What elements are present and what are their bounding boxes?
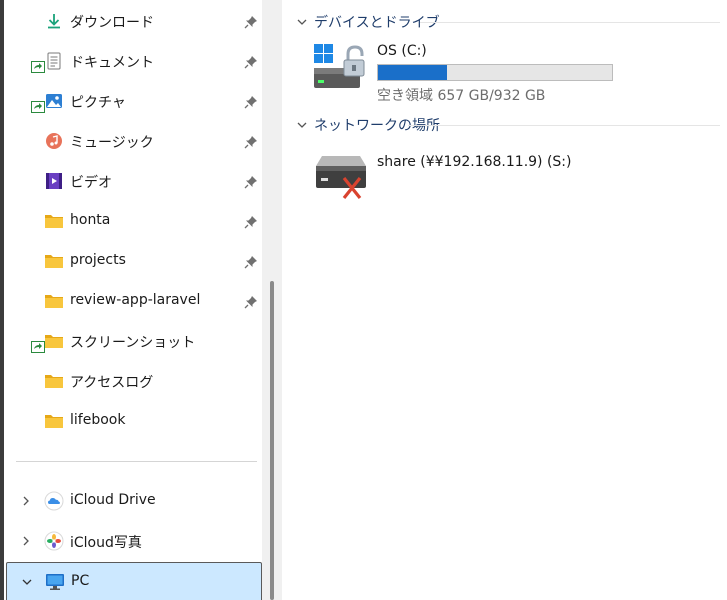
nav-item-label: アクセスログ [70, 375, 154, 391]
music-icon [44, 132, 64, 150]
nav-item-downloads[interactable]: ダウンロード [4, 3, 262, 39]
nav-item-pictures[interactable]: ピクチャ [4, 83, 262, 119]
nav-item-label: ミュージック [70, 135, 154, 151]
nav-item-label: honta [70, 212, 111, 228]
icloud-photos-icon [44, 531, 64, 551]
chevron-down-icon[interactable] [296, 119, 308, 131]
nav-item-music[interactable]: ミュージック [4, 123, 262, 159]
chevron-down-icon[interactable] [21, 576, 33, 588]
nav-divider [16, 461, 257, 462]
nav-item-label: projects [70, 252, 126, 268]
sync-badge-icon [31, 341, 45, 353]
pc-icon [45, 573, 65, 591]
nav-item-review-app-laravel[interactable]: review-app-laravel [4, 283, 262, 319]
pin-icon[interactable] [244, 255, 258, 269]
pin-icon[interactable] [244, 215, 258, 229]
nav-item-label: ダウンロード [70, 15, 154, 31]
icloud-drive-icon [44, 491, 64, 511]
drive-name: OS (C:) [377, 43, 427, 59]
nav-item-label: ドキュメント [70, 55, 154, 71]
nav-item-documents[interactable]: ドキュメント [4, 43, 262, 79]
nav-item-label: iCloud写真 [70, 535, 142, 551]
drive-usage-bar [377, 64, 613, 81]
chevron-down-icon[interactable] [296, 16, 308, 28]
nav-item-screenshots[interactable]: スクリーンショット [4, 323, 262, 359]
nav-item-honta[interactable]: honta [4, 203, 262, 239]
nav-item-projects[interactable]: projects [4, 243, 262, 279]
network-drive-name: share (¥¥192.168.11.9) (S:) [377, 154, 572, 170]
nav-scrollbar-thumb[interactable] [270, 281, 274, 600]
pictures-icon [44, 92, 64, 110]
pin-icon[interactable] [244, 95, 258, 109]
sync-badge-icon [31, 101, 45, 113]
chevron-right-icon[interactable] [20, 495, 32, 507]
disconnected-network-drive-icon [316, 156, 366, 199]
nav-item-label: ピクチャ [70, 95, 126, 111]
videos-icon [44, 172, 64, 190]
group-divider [408, 125, 720, 126]
chevron-right-icon[interactable] [20, 535, 32, 547]
folder-icon [44, 412, 64, 430]
drive-lock-icon [314, 44, 365, 88]
folder-icon [44, 252, 64, 270]
folder-icon [44, 332, 64, 350]
group-divider [420, 22, 720, 23]
nav-item-lifebook[interactable]: lifebook [4, 403, 262, 439]
nav-item-label: PC [71, 573, 90, 589]
nav-item-pc[interactable]: PC [6, 562, 262, 600]
documents-icon [44, 52, 64, 70]
group-header-devices[interactable]: デバイスとドライブ [296, 11, 440, 33]
pin-icon[interactable] [244, 15, 258, 29]
nav-item-label: iCloud Drive [70, 492, 156, 508]
folder-icon [44, 372, 64, 390]
sync-badge-icon [31, 61, 45, 73]
nav-item-icloud-photos[interactable]: iCloud写真 [4, 523, 262, 559]
nav-item-label: スクリーンショット [70, 335, 196, 351]
nav-item-icloud-drive[interactable]: iCloud Drive [4, 483, 262, 519]
pin-icon[interactable] [244, 55, 258, 69]
drive-free-space: 空き領域 657 GB/932 GB [377, 88, 546, 104]
download-icon [44, 12, 64, 30]
nav-item-label: ビデオ [70, 175, 112, 191]
drive-usage-fill [378, 65, 448, 80]
pin-icon[interactable] [244, 135, 258, 149]
nav-item-label: review-app-laravel [70, 292, 201, 308]
navigation-pane: ダウンロード ドキュメント ピクチャ ミュージック ビデオ honta proj… [4, 0, 282, 600]
nav-item-access-log[interactable]: アクセスログ [4, 363, 262, 399]
nav-item-videos[interactable]: ビデオ [4, 163, 262, 199]
pin-icon[interactable] [244, 295, 258, 309]
folder-icon [44, 212, 64, 230]
folder-icon [44, 292, 64, 310]
pin-icon[interactable] [244, 175, 258, 189]
nav-item-label: lifebook [70, 412, 126, 428]
content-pane: デバイスとドライブ OS (C:) 空き領域 657 GB/932 GB ネット… [282, 0, 727, 600]
